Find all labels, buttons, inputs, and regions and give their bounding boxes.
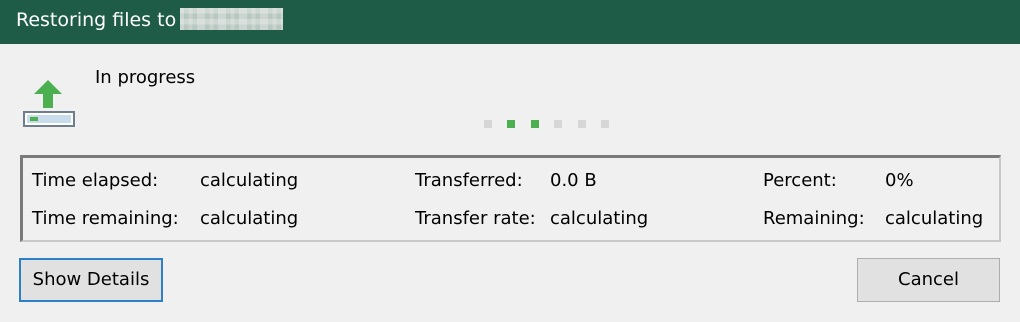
window-title: Restoring files to — [16, 9, 177, 31]
spinner-dot — [507, 120, 515, 128]
transfer-rate-label: Transfer rate: — [415, 208, 536, 229]
title-bar[interactable]: Restoring files to — [0, 0, 1020, 44]
redacted-target-name — [180, 8, 283, 30]
show-details-button[interactable]: Show Details — [19, 258, 163, 302]
transferred-label: Transferred: — [415, 170, 523, 191]
spinner-dot — [601, 120, 609, 128]
statistics-panel: Time elapsed: calculating Time remaining… — [20, 155, 1001, 242]
spinner-dot — [578, 120, 586, 128]
time-elapsed-label: Time elapsed: — [32, 170, 159, 191]
time-remaining-label: Time remaining: — [32, 208, 179, 229]
percent-value: 0% — [885, 170, 914, 191]
cancel-button[interactable]: Cancel — [857, 258, 1000, 302]
status-text: In progress — [95, 67, 196, 88]
time-elapsed-value: calculating — [200, 170, 299, 191]
percent-label: Percent: — [763, 170, 837, 191]
time-remaining-value: calculating — [200, 208, 299, 229]
restore-upload-icon — [22, 72, 76, 128]
spinner-dot — [554, 120, 562, 128]
transferred-value: 0.0 B — [550, 170, 597, 191]
remaining-value: calculating — [885, 208, 984, 229]
remaining-label: Remaining: — [763, 208, 865, 229]
spinner-dot — [484, 120, 492, 128]
transfer-rate-value: calculating — [550, 208, 649, 229]
spinner-dot — [531, 120, 539, 128]
